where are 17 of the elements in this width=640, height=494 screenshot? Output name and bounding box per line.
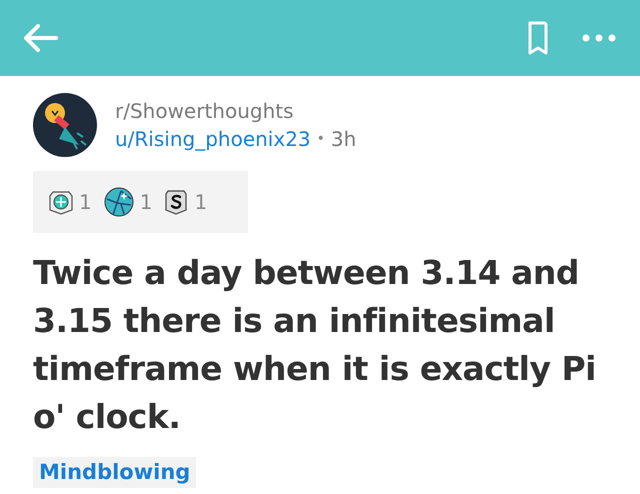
post-title: Twice a day between 3.14 and 3.15 there is an infinitesimal timeframe when it is exactly Pi o' clock.	[33, 252, 597, 438]
back-icon[interactable]	[22, 23, 58, 53]
award-count: 1	[194, 189, 208, 216]
post-age: 3h	[330, 126, 356, 153]
flair-tag[interactable]: Mindblowing	[33, 457, 196, 488]
subreddit-avatar-icon[interactable]	[33, 93, 97, 157]
author-link[interactable]: u/Rising_phoenix23	[115, 125, 311, 153]
separator: •	[316, 130, 325, 149]
award-count: 1	[140, 189, 152, 216]
award-count: 1	[79, 189, 92, 216]
globe-award-icon	[104, 187, 134, 217]
more-icon[interactable]	[582, 34, 616, 42]
awards-bar[interactable]: 1 1 1	[33, 171, 248, 233]
coin-award-icon	[164, 189, 188, 215]
subreddit-name[interactable]: r/Showerthoughts	[115, 97, 356, 125]
bookmark-icon[interactable]	[528, 21, 548, 55]
gem-award-icon	[49, 189, 73, 215]
